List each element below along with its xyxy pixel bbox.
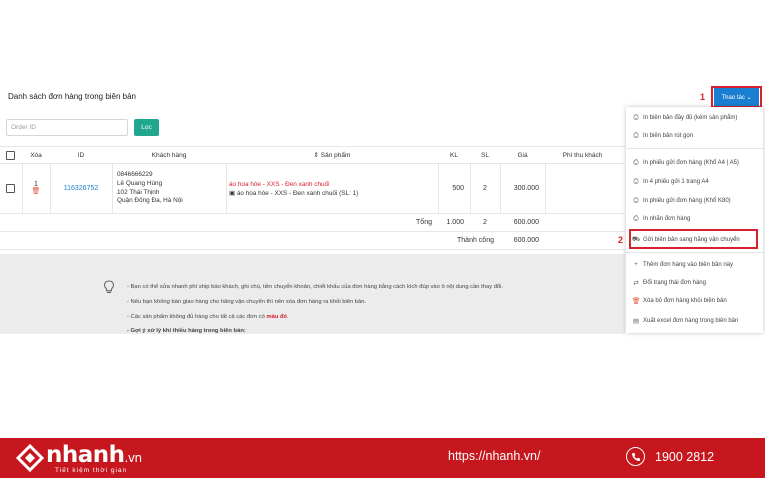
note-line-2: - Nếu bạn không bàn giao hàng cho hãng v… <box>127 299 367 305</box>
menu-item-print-a4-a5[interactable]: ⎙ In phiếu gửi đơn hàng (Khổ A4 | A5) <box>632 159 739 167</box>
total-label: Tổng <box>416 219 432 226</box>
footer-banner: nhanh.vn Tiết kiệm thời gian https://nha… <box>0 438 765 478</box>
printer-icon: ⎙ <box>633 215 639 222</box>
column-header-customer-fee: Phí thu khách <box>562 151 603 159</box>
plus-icon: + <box>634 261 638 268</box>
printer-icon: ⎙ <box>633 178 639 185</box>
customer-district: Quận Đống Đa, Hà Nội <box>117 197 183 205</box>
menu-item-print-4-per-a4[interactable]: ⎙ In 4 phiếu gửi 1 trang A4 <box>632 178 708 186</box>
printer-icon: ⎙ <box>633 114 639 121</box>
customer-address: 102 Thái Thịnh <box>117 188 160 196</box>
send-to-carrier-highlight <box>629 229 758 249</box>
annotation-marker-1: 1 <box>700 92 706 102</box>
note-line-4: - Gợi ý xử lý khi thiếu hàng trong biên … <box>127 328 246 334</box>
column-header-product[interactable]: ⇕ Sản phẩm <box>226 147 438 163</box>
menu-item-print-full[interactable]: ⎙ In biên bản đầy đủ (kèm sản phẩm) <box>632 114 737 122</box>
note-line-1: - Bạn có thể sửa nhanh phí ship báo khác… <box>127 284 504 290</box>
order-id-link[interactable]: 116326752 <box>64 185 99 192</box>
row-price: 300.000 <box>513 185 539 192</box>
action-button-label: Thao tác <box>721 94 745 101</box>
product-detail: ▣ áo hoa hòe - XXS - Đen xanh chuối (SL:… <box>229 189 359 197</box>
column-header-delete: Xóa <box>30 151 42 159</box>
annotation-marker-2: 2 <box>618 235 624 245</box>
action-menu-button[interactable]: Thao tác ⌄ <box>714 88 759 106</box>
product-link[interactable]: áo hoa hòe - XXS - Đen xanh chuối <box>229 180 330 189</box>
total-row: Tổng 1.000 2 600.000 <box>0 214 625 232</box>
red-color-label: màu đỏ <box>266 314 288 320</box>
row-index: 1 <box>34 181 38 188</box>
menu-item-print-short[interactable]: ⎙ In biên bản rút gọn <box>632 132 693 140</box>
column-header-customer: Khách hàng <box>151 151 187 159</box>
menu-item-print-k80[interactable]: ⎙ In phiếu gửi đơn hàng (Khổ K80) <box>632 197 730 205</box>
menu-item-remove-order[interactable]: 🗑 Xóa bỏ đơn hàng khỏi biên bản <box>632 297 727 305</box>
column-header-weight: KL <box>450 151 458 159</box>
total-quantity: 2 <box>483 219 487 226</box>
notes-panel <box>0 254 625 334</box>
total-weight: 1.000 <box>446 219 464 226</box>
printer-icon: ⎙ <box>633 132 639 139</box>
success-row: Thành công 600.000 <box>0 232 625 250</box>
customer-name: Lê Quang Hùng <box>117 179 163 187</box>
brand-logo-text: nhanh.vn <box>46 442 142 468</box>
select-all-checkbox[interactable] <box>5 150 15 160</box>
phone-number[interactable]: 1900 2812 <box>655 450 714 464</box>
phone-icon <box>626 447 645 466</box>
row-weight: 500 <box>452 185 464 192</box>
brand-slogan: Tiết kiệm thời gian <box>55 467 128 474</box>
chevron-down-icon: ⌄ <box>746 94 752 101</box>
table-row: 1 🗑 116326752 0846666229 Lê Quang Hùng 1… <box>0 164 625 214</box>
column-header-price: Giá <box>517 151 528 159</box>
column-header-quantity: SL <box>481 151 489 159</box>
column-header-id: ID <box>77 151 85 159</box>
table-header: Xóa ID Khách hàng ⇕ Sản phẩm KL SL Giá P… <box>0 146 625 164</box>
menu-item-export-excel[interactable]: ▤ Xuất excel đơn hàng trong biên bản <box>632 317 738 325</box>
lightbulb-icon <box>103 280 115 294</box>
printer-icon: ⎙ <box>633 159 639 166</box>
menu-item-add-order[interactable]: + Thêm đơn hàng vào biên bản này <box>632 261 733 268</box>
trash-icon: 🗑 <box>632 298 641 305</box>
trash-icon[interactable]: 🗑 <box>32 188 41 196</box>
menu-item-print-label[interactable]: ⎙ In nhãn đơn hàng <box>632 215 690 223</box>
note-line-3: - Các sản phẩm không đủ hàng cho tất cả … <box>127 314 289 320</box>
action-dropdown-menu: ⎙ In biên bản đầy đủ (kèm sản phẩm) ⎙ In b… <box>626 107 763 333</box>
success-price: 600.000 <box>513 237 539 244</box>
success-label: Thành công <box>457 237 494 244</box>
website-url[interactable]: https://nhanh.vn/ <box>448 449 540 463</box>
row-checkbox[interactable] <box>5 184 15 193</box>
file-icon: ▤ <box>632 318 640 325</box>
printer-icon: ⎙ <box>633 197 639 204</box>
product-info: áo hoa hòe - XXS - Đen xanh chuối ▣ áo h… <box>229 164 437 213</box>
total-price: 600.000 <box>513 219 539 226</box>
customer-phone: 0846666229 <box>117 171 153 179</box>
menu-item-change-status[interactable]: ⇄ Đổi trạng thái đơn hàng <box>632 279 706 287</box>
swap-icon: ⇄ <box>633 280 639 287</box>
customer-info: 0846666229 Lê Quang Hùng 102 Thái Thịnh … <box>117 164 225 213</box>
filter-button[interactable]: Lọc <box>134 119 159 136</box>
nhanh-logo-icon <box>15 444 45 472</box>
row-quantity: 2 <box>483 185 487 192</box>
page-title: Danh sách đơn hàng trong biên bản <box>8 92 137 101</box>
order-id-input[interactable] <box>6 119 128 136</box>
